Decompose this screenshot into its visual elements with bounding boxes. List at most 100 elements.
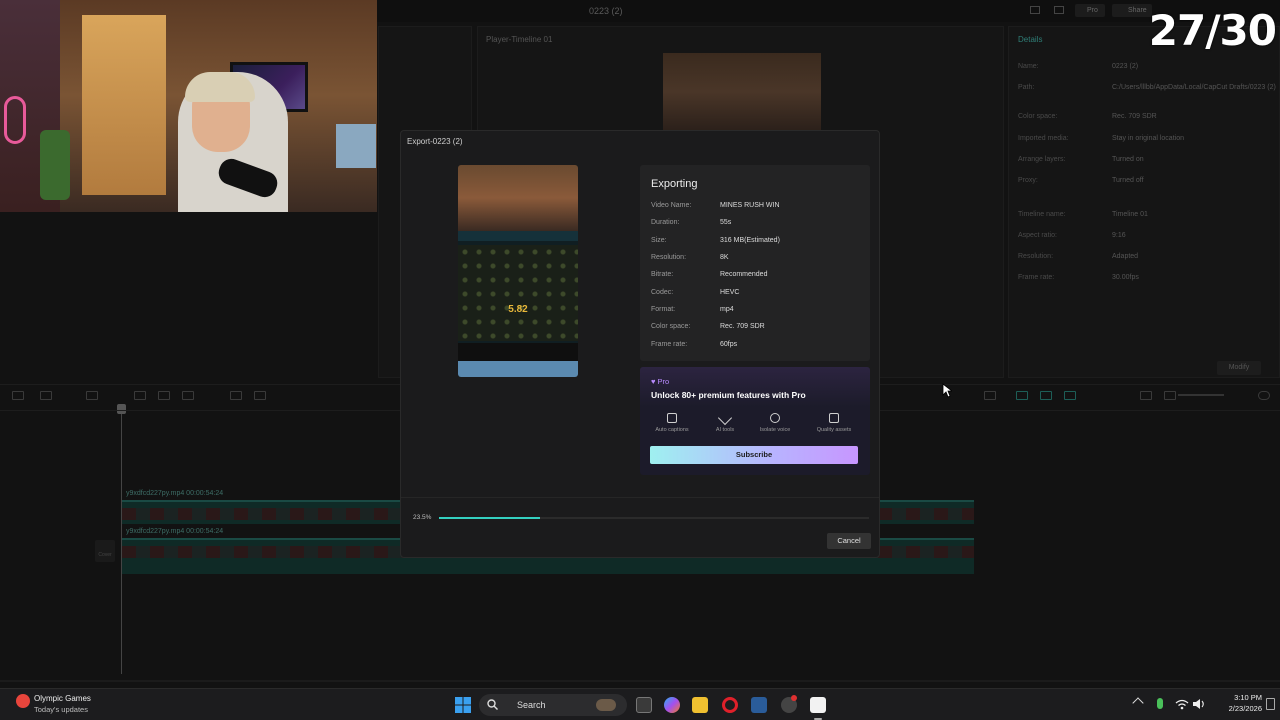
info-value: 55s [720, 219, 732, 226]
shield-icon[interactable] [230, 391, 242, 400]
settings-icon[interactable] [1054, 6, 1064, 14]
undo-icon[interactable] [86, 391, 98, 400]
divider [401, 497, 879, 498]
info-key: Resolution: [651, 254, 687, 261]
details-key: Path: [1018, 84, 1035, 91]
export-progress-bar [439, 517, 869, 519]
feature-isolate-voice: Isolate voice [745, 413, 805, 433]
zoom-slider[interactable] [1178, 394, 1224, 396]
link-icon[interactable] [1016, 391, 1028, 400]
windows-taskbar: Olympic Games Today's updates Search 3:1… [0, 688, 1280, 720]
modify-button[interactable]: Modify [1217, 361, 1261, 375]
isolate-voice-icon [770, 413, 780, 423]
details-key: Timeline name: [1018, 211, 1066, 218]
info-value: MINES RUSH WIN [720, 202, 780, 209]
info-value: Rec. 709 SDR [720, 323, 765, 330]
subscribe-button[interactable]: Subscribe [650, 446, 858, 464]
webcam-bottle [40, 130, 70, 200]
details-key: Proxy: [1018, 177, 1038, 184]
snap-icon[interactable] [1064, 391, 1076, 400]
details-value: 0223 (2) [1112, 63, 1139, 70]
player-label: Player-Timeline 01 [486, 35, 553, 44]
news-widget-title[interactable]: Olympic Games [34, 694, 91, 703]
window-title: 0223 (2) [589, 6, 623, 16]
feature-label: Auto captions [655, 427, 689, 433]
magnet-icon[interactable] [1040, 391, 1052, 400]
clip-label: y9xdfcd227py.mp4 00:00:54:24 [126, 528, 224, 535]
clock-date[interactable]: 2/23/2026 [1206, 704, 1262, 713]
search-highlight-icon [596, 699, 616, 711]
microphone-tray-icon[interactable] [1157, 698, 1163, 709]
chevron-up-icon[interactable] [1132, 697, 1144, 709]
info-value: mp4 [720, 306, 734, 313]
notification-bell-icon[interactable] [1266, 698, 1275, 710]
info-value: HEVC [720, 289, 740, 296]
clip-label: y9xdfcd227py.mp4 00:00:54:24 [126, 490, 224, 497]
webcam-doorway [82, 15, 166, 195]
share-button[interactable]: Share [1112, 4, 1152, 17]
progress-counter: 27/30 [1148, 6, 1277, 55]
news-widget-icon[interactable] [16, 694, 30, 708]
feature-label: Isolate voice [759, 427, 791, 433]
volume-icon[interactable] [1192, 698, 1205, 710]
info-value: 316 MB(Estimated) [720, 237, 780, 244]
split-icon[interactable] [134, 391, 146, 400]
details-value: Stay in original location [1112, 135, 1184, 142]
split-left-icon[interactable] [158, 391, 170, 400]
microphone-icon[interactable] [984, 391, 996, 400]
capcut-icon[interactable] [810, 697, 826, 713]
webcam-overlay [0, 0, 377, 212]
zoom-in-icon[interactable] [1258, 391, 1270, 400]
file-explorer-icon[interactable] [692, 697, 708, 713]
task-view-icon[interactable] [636, 697, 652, 713]
playhead-handle[interactable] [117, 404, 126, 414]
clock-time[interactable]: 3:10 PM [1214, 693, 1262, 702]
details-value: Turned on [1112, 156, 1144, 163]
store-icon[interactable] [751, 697, 767, 713]
cancel-button[interactable]: Cancel [827, 533, 871, 549]
feature-auto-captions: Auto captions [642, 413, 702, 433]
zoom-out-icon[interactable] [1164, 391, 1176, 400]
thumbnail-footer [458, 343, 578, 361]
exporting-heading: Exporting [651, 178, 698, 190]
copilot-icon[interactable] [664, 697, 680, 713]
captions-icon [667, 413, 677, 423]
news-widget-subtitle[interactable]: Today's updates [34, 705, 88, 714]
details-key: Frame rate: [1018, 274, 1055, 281]
details-value: Rec. 709 SDR [1112, 113, 1157, 120]
thumbnail-multiplier: 5.82 [508, 304, 528, 315]
dialog-title: Export-0223 (2) [407, 137, 463, 146]
webcam-poster [336, 124, 376, 168]
add-icon[interactable] [12, 391, 24, 400]
thumbnail-webcam [458, 165, 578, 231]
split-right-icon[interactable] [182, 391, 194, 400]
webcam-neon-light [4, 96, 26, 144]
cover-button[interactable]: Cover [95, 540, 115, 562]
windows-start-icon[interactable] [455, 697, 471, 713]
info-key: Video Name: [651, 202, 692, 209]
layout-icon[interactable] [1030, 6, 1040, 14]
feature-label: Quality assets [816, 427, 852, 433]
select-tool-icon[interactable] [40, 391, 52, 400]
wifi-icon[interactable] [1175, 699, 1189, 710]
feature-quality-assets: Quality assets [804, 413, 864, 433]
details-title: Details [1018, 35, 1043, 44]
details-key: Name: [1018, 63, 1039, 70]
image-icon[interactable] [254, 391, 266, 400]
pro-button[interactable]: Pro [1075, 4, 1105, 17]
thumbnail-bet-bar [458, 231, 578, 241]
notification-badge [791, 695, 797, 701]
pro-badge: ♥ Pro [651, 377, 670, 386]
details-value: Timeline 01 [1112, 211, 1148, 218]
fit-icon[interactable] [1140, 391, 1152, 400]
details-key: Imported media: [1018, 135, 1069, 142]
export-dialog: Export-0223 (2) 5.82 Exporting Video Nam… [400, 130, 880, 558]
export-preview-thumbnail: 5.82 [458, 165, 578, 377]
details-value: Turned off [1112, 177, 1144, 184]
webcam-cap [185, 72, 255, 102]
player-preview [663, 53, 821, 131]
scrollbar[interactable] [0, 680, 1280, 682]
search-icon [487, 699, 498, 710]
quality-assets-icon [829, 413, 839, 423]
opera-icon[interactable] [722, 697, 738, 713]
